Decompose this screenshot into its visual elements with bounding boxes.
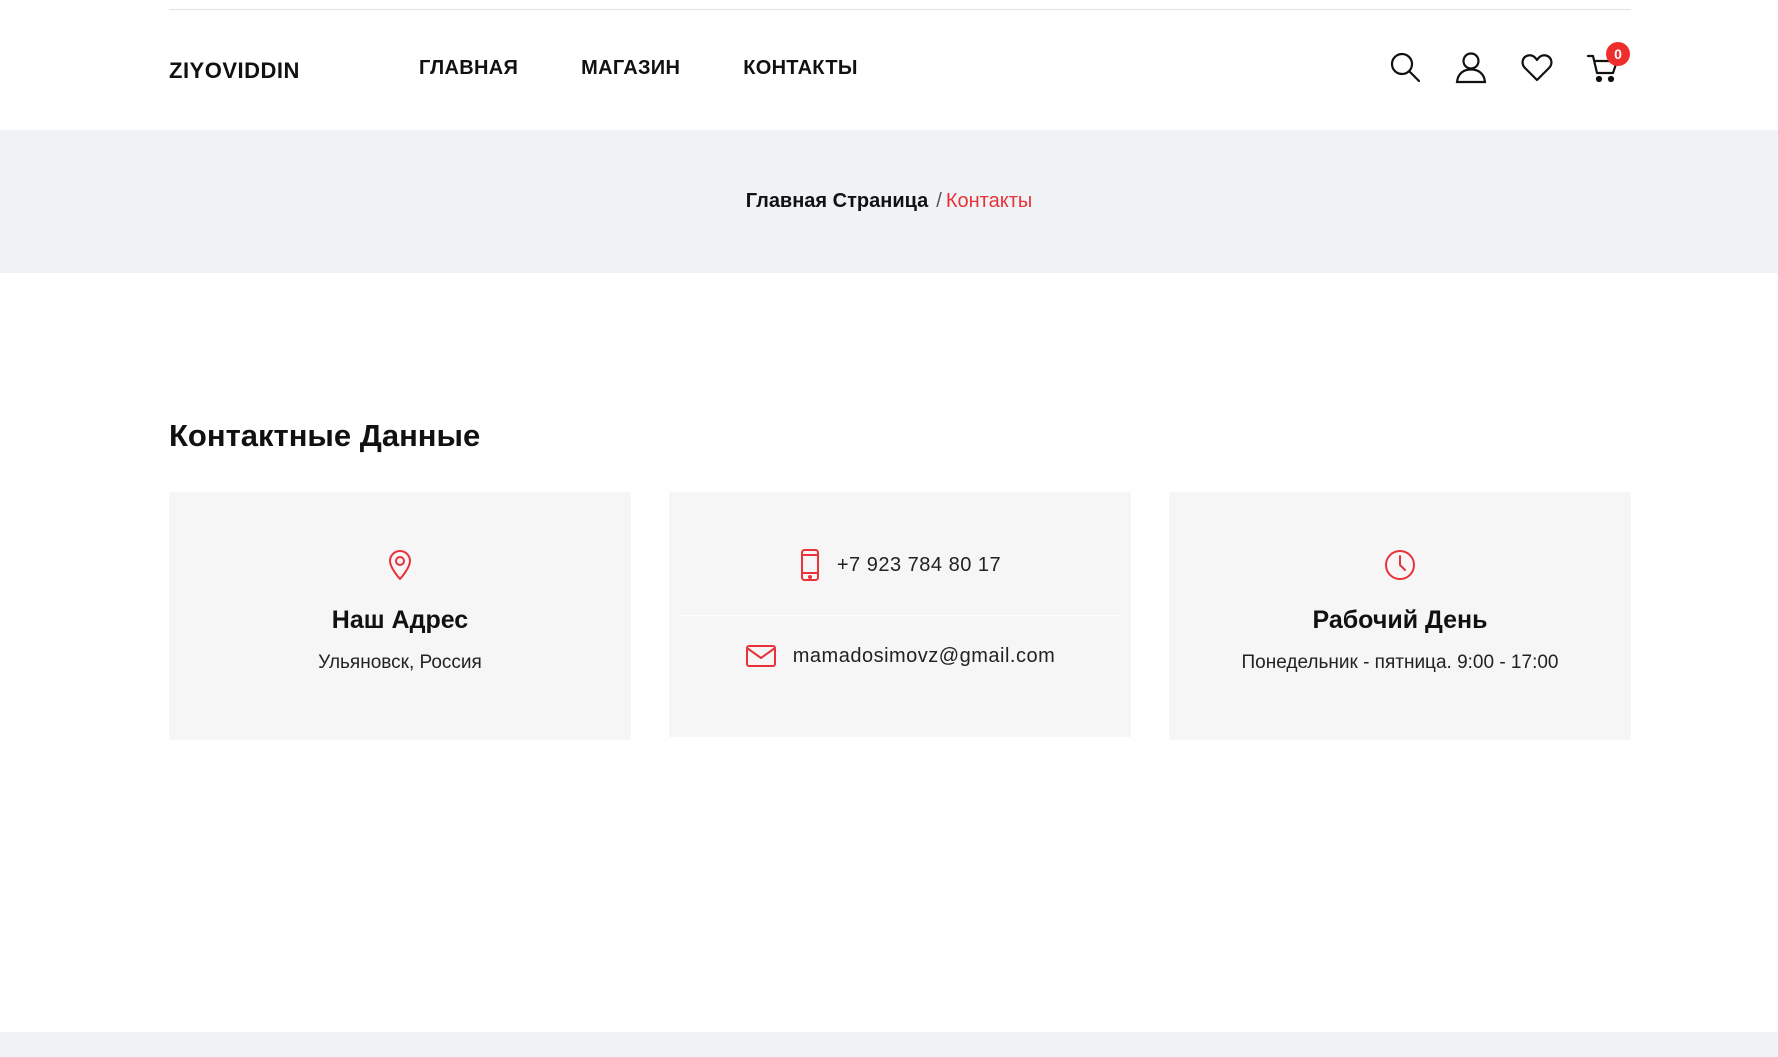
phone-number-link[interactable]: +7 923 784 80 17 [837,554,1001,577]
nav-item-home[interactable]: ГЛАВНАЯ [419,57,518,80]
header-divider [169,9,1631,10]
breadcrumb-current: Контакты [945,190,1033,212]
breadcrumb: Главная Страница / Контакты [0,190,1778,213]
main-nav: ГЛАВНАЯ МАГАЗИН КОНТАКТЫ [419,57,858,80]
breadcrumb-home-link[interactable]: Главная Страница [746,190,929,212]
email-row: mamadosimovz@gmail.com [669,644,1131,668]
address-text: Ульяновск, Россия [318,652,482,673]
email-link[interactable]: mamadosimovz@gmail.com [793,645,1055,668]
clock-icon [1383,548,1417,582]
nav-item-contacts[interactable]: КОНТАКТЫ [743,57,858,80]
phone-email-card: +7 923 784 80 17 mamadosimovz@gmail.com [669,492,1131,737]
heart-icon[interactable] [1520,50,1554,84]
breadcrumb-separator: / [936,190,942,212]
address-card: Наш Адрес Ульяновск, Россия [169,492,631,740]
cart-icon[interactable]: 0 [1586,42,1630,84]
search-icon[interactable] [1388,50,1422,84]
phone-icon [800,549,819,581]
footer-band [0,1032,1778,1057]
cart-count-badge: 0 [1606,42,1630,66]
header-actions: 0 [1388,42,1630,84]
page-title: Контактные Данные [169,418,481,453]
breadcrumb-banner: Главная Страница / Контакты [0,130,1778,273]
nav-item-shop[interactable]: МАГАЗИН [581,57,680,80]
card-divider [681,615,1119,616]
site-header: ZIYOVIDDIN ГЛАВНАЯ МАГАЗИН КОНТАКТЫ 0 [0,0,1778,130]
phone-row: +7 923 784 80 17 [669,548,1131,582]
user-icon[interactable] [1454,50,1488,84]
site-logo[interactable]: ZIYOVIDDIN [169,58,300,84]
hours-text: Понедельник - пятница. 9:00 - 17:00 [1241,652,1559,673]
working-hours-card: Рабочий День Понедельник - пятница. 9:00… [1169,492,1631,740]
address-heading: Наш Адрес [331,606,469,634]
location-pin-icon [383,548,417,582]
mail-icon [745,645,776,667]
hours-heading: Рабочий День [1312,606,1488,634]
